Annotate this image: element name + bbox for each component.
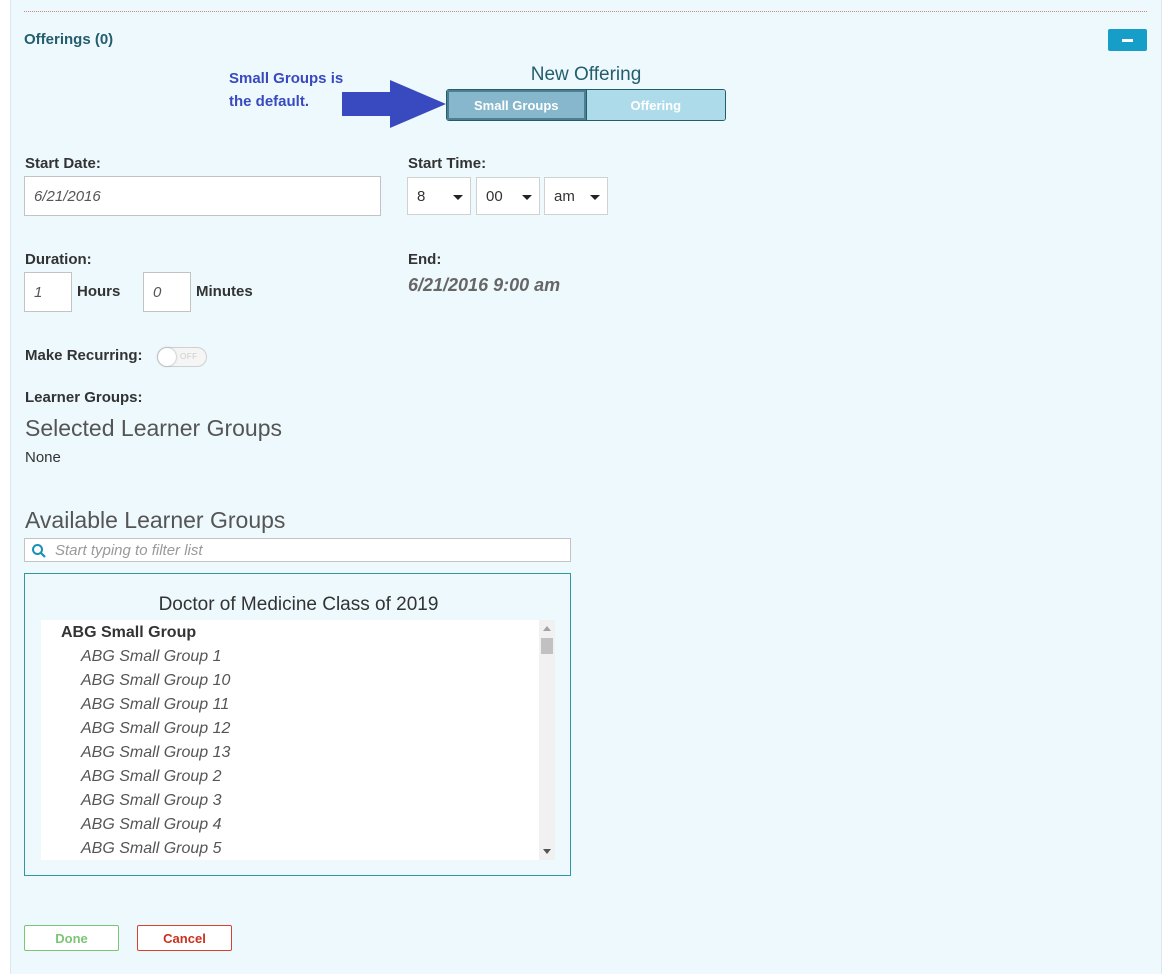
list-scrollbar[interactable]	[539, 620, 555, 860]
new-offering-title: New Offering	[530, 64, 642, 85]
list-item[interactable]: ABG Small Group 3	[81, 792, 222, 810]
selected-groups-empty: None	[25, 449, 61, 466]
done-button[interactable]: Done	[24, 925, 119, 951]
toggle-knob	[158, 348, 176, 366]
offerings-title: Offerings (0)	[24, 31, 114, 48]
offering-mode-toggle: Small Groups Offering	[446, 89, 726, 121]
hours-value: 1	[34, 283, 43, 301]
hours-label: Hours	[77, 283, 121, 300]
search-icon	[32, 544, 46, 558]
list-item[interactable]: ABG Small Group 13	[81, 744, 230, 762]
toggle-state: OFF	[180, 352, 198, 361]
start-date-label: Start Date:	[25, 155, 101, 172]
list-item[interactable]: ABG Small Group 10	[81, 672, 230, 690]
cancel-button[interactable]: Cancel	[137, 925, 232, 951]
list-item[interactable]: ABG Small Group 1	[81, 648, 222, 666]
end-value: 6/21/2016 9:00 am	[408, 275, 561, 295]
make-recurring-label: Make Recurring:	[25, 347, 143, 364]
hours-input[interactable]: 1	[24, 272, 72, 312]
start-time-label: Start Time:	[408, 155, 487, 172]
minute-value: 00	[486, 187, 503, 205]
groups-list: ABG Small Group ABG Small Group 1 ABG Sm…	[41, 620, 553, 860]
minutes-input[interactable]: 0	[143, 272, 191, 312]
scroll-thumb[interactable]	[541, 638, 553, 654]
offering-mode-button[interactable]: Offering	[585, 90, 725, 120]
list-item[interactable]: ABG Small Group 5	[81, 840, 222, 858]
available-groups-box: Doctor of Medicine Class of 2019 ABG Sma…	[24, 573, 571, 876]
minus-icon	[1122, 39, 1133, 42]
learner-groups-label: Learner Groups:	[25, 389, 143, 406]
minutes-label: Minutes	[196, 283, 253, 300]
scroll-down-icon[interactable]	[543, 849, 551, 854]
end-label: End:	[408, 251, 442, 268]
available-groups-heading: Available Learner Groups	[25, 507, 286, 533]
section-divider	[24, 11, 1147, 12]
list-item[interactable]: ABG Small Group 4	[81, 816, 222, 834]
arrow-right-icon	[342, 80, 446, 128]
caret-down-icon	[522, 195, 532, 200]
list-item-parent[interactable]: ABG Small Group	[61, 624, 196, 642]
recurring-toggle[interactable]: OFF	[157, 347, 207, 367]
duration-label: Duration:	[25, 251, 92, 268]
list-item[interactable]: ABG Small Group 11	[81, 696, 229, 714]
caret-down-icon	[590, 195, 600, 200]
start-date-value: 6/21/2016	[34, 187, 101, 205]
selected-groups-heading: Selected Learner Groups	[25, 415, 282, 441]
minute-select[interactable]: 00	[476, 177, 540, 215]
ampm-select[interactable]: am	[544, 177, 608, 215]
caret-down-icon	[453, 195, 463, 200]
cohort-title: Doctor of Medicine Class of 2019	[158, 594, 439, 615]
list-item[interactable]: ABG Small Group 2	[81, 768, 222, 786]
start-date-field[interactable]: 6/21/2016	[24, 176, 381, 216]
filter-input[interactable]	[53, 541, 557, 560]
ampm-value: am	[554, 187, 575, 205]
list-item[interactable]: ABG Small Group 12	[81, 720, 230, 738]
filter-field	[24, 538, 571, 562]
minutes-value: 0	[153, 283, 162, 301]
scroll-up-icon[interactable]	[543, 626, 551, 631]
collapse-button[interactable]	[1108, 29, 1147, 51]
hour-value: 8	[417, 187, 426, 205]
hour-select[interactable]: 8	[407, 177, 471, 215]
small-groups-mode-button[interactable]: Small Groups	[447, 90, 586, 120]
